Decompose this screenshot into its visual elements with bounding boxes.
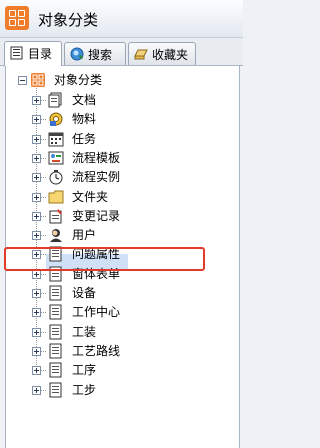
expand-toggle[interactable]: [32, 96, 41, 105]
expand-toggle[interactable]: [32, 115, 41, 124]
tab-directory-label: 目录: [28, 47, 53, 61]
tree-connector-horizontal: [41, 370, 46, 371]
tab-bar: 目录 搜索 收藏夹: [0, 38, 243, 66]
change-record-icon: [49, 209, 62, 224]
tree-item-label[interactable]: 变更记录: [72, 208, 120, 224]
document-icon: [49, 324, 62, 340]
expand-toggle[interactable]: [32, 289, 41, 298]
tree-connector-horizontal: [41, 177, 46, 178]
tree-item-label[interactable]: 文件夹: [72, 189, 108, 205]
favorites-icon: [134, 49, 148, 60]
annotation-highlight-box: [4, 247, 205, 271]
tree-item-label[interactable]: 流程模板: [72, 150, 120, 166]
tab-search-label: 搜索: [88, 48, 113, 62]
tree-connector-horizontal: [41, 119, 46, 120]
tab-favorites-label: 收藏夹: [152, 48, 189, 62]
document-icon: [49, 362, 62, 378]
tree-item-label[interactable]: 工序: [72, 362, 96, 378]
expand-toggle[interactable]: [32, 386, 41, 395]
tree-connector-horizontal: [41, 390, 46, 391]
folder-icon: [48, 190, 64, 204]
expand-toggle[interactable]: [32, 135, 41, 144]
tree-item-label[interactable]: 工作中心: [72, 304, 120, 320]
tree-connector-horizontal: [41, 235, 46, 236]
root-collapse-toggle[interactable]: [18, 76, 27, 85]
search-icon: [70, 47, 84, 61]
material-gear-icon: [49, 112, 63, 126]
tree-connector-horizontal: [41, 197, 46, 198]
flow-instance-icon: [49, 170, 63, 185]
tree-item-label[interactable]: 工艺路线: [72, 343, 120, 359]
expand-toggle[interactable]: [32, 347, 41, 356]
tree-connector-horizontal: [41, 312, 46, 313]
directory-icon: [10, 46, 23, 60]
tree-item-label[interactable]: 流程实例: [72, 169, 120, 185]
expand-toggle[interactable]: [32, 328, 41, 337]
expand-toggle[interactable]: [32, 270, 41, 279]
tree-connector-horizontal: [41, 139, 46, 140]
expand-toggle[interactable]: [32, 154, 41, 163]
document-stack-icon: [48, 92, 62, 108]
title-bar: 对象分类: [0, 0, 243, 38]
task-calendar-icon: [48, 132, 64, 147]
document-icon: [49, 304, 62, 320]
tab-favorites[interactable]: 收藏夹: [128, 42, 196, 65]
tree-item-label[interactable]: 任务: [72, 131, 96, 147]
expand-toggle[interactable]: [32, 173, 41, 182]
expand-toggle[interactable]: [32, 366, 41, 375]
tree-connector-horizontal: [41, 100, 46, 101]
tree-item-label[interactable]: 物料: [72, 111, 96, 127]
expand-toggle[interactable]: [32, 193, 41, 202]
tree-item-label[interactable]: 设备: [72, 285, 96, 301]
document-icon: [49, 382, 62, 398]
expand-toggle[interactable]: [32, 308, 41, 317]
tree-connector-horizontal: [41, 332, 46, 333]
tree-connector-horizontal: [41, 274, 46, 275]
document-icon: [49, 343, 62, 359]
tab-directory[interactable]: 目录: [4, 41, 62, 66]
tree-connector-horizontal: [41, 216, 46, 217]
tree-root-label[interactable]: 对象分类: [54, 72, 102, 88]
tree-item-label[interactable]: 文档: [72, 92, 96, 108]
tab-search[interactable]: 搜索: [64, 42, 126, 65]
expand-toggle[interactable]: [32, 212, 41, 221]
tree-connector-horizontal: [41, 293, 46, 294]
tree-item-label[interactable]: 工步: [72, 382, 96, 398]
tree-item-label[interactable]: 工装: [72, 324, 96, 340]
user-icon: [50, 229, 62, 242]
flow-template-icon: [48, 151, 64, 165]
document-icon: [49, 285, 62, 301]
expand-toggle[interactable]: [32, 231, 41, 240]
object-category-icon: [31, 73, 45, 87]
tree-connector-horizontal: [41, 351, 46, 352]
tree-item-label[interactable]: 用户: [72, 227, 96, 243]
window-title: 对象分类: [38, 11, 99, 29]
tree-connector-horizontal: [41, 158, 46, 159]
object-category-app-icon: [5, 6, 29, 30]
